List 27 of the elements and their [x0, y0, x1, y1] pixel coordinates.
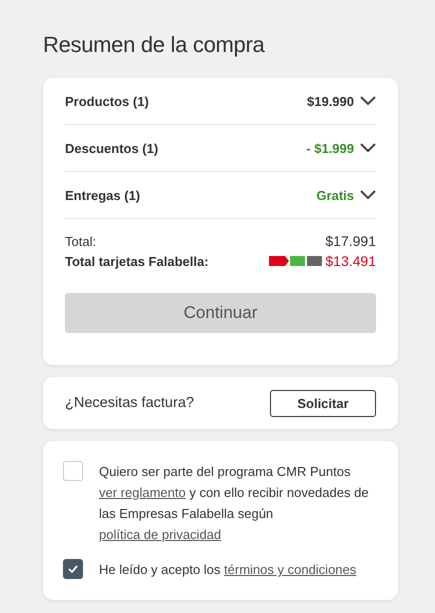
total-label: Total: [65, 234, 96, 248]
row-label: Productos (1) [65, 94, 149, 108]
page-title: Resumen de la compra [43, 32, 266, 58]
consent-text: He leído y acepto los términos y condiciones [99, 561, 356, 579]
chevron-down-icon [360, 143, 376, 153]
chevron-down-icon [360, 190, 376, 200]
checkmark-icon [68, 565, 78, 573]
consent-link[interactable]: términos y condiciones [224, 562, 356, 577]
card-total-label: Total tarjetas Falabella: [65, 254, 209, 268]
row-label: Entregas (1) [65, 188, 140, 202]
chevron-down-icon [360, 96, 376, 106]
row-amount: - $1.999 [306, 140, 354, 156]
request-button[interactable]: Solicitar [270, 390, 376, 416]
summary-row[interactable]: Descuentos (1) - $1.999 [65, 125, 376, 172]
row-amount: Gratis [316, 188, 354, 202]
summary-row[interactable]: Entregas (1) Gratis [65, 172, 376, 219]
total-amount: $17.991 [325, 233, 376, 249]
row-label: Descuentos (1) [65, 140, 158, 156]
invoice-question: ¿Necesitas factura? [65, 395, 194, 411]
card-logos-icon [269, 256, 322, 266]
consent-link[interactable]: política de privacidad [99, 527, 222, 542]
consent-text: Quiero ser parte del programa CMR Puntos ver reglamento y con ello recibir novedades de las Empresas Falabella según política de privacidad [99, 463, 370, 544]
row-amount: $19.990 [307, 94, 354, 108]
card-total-amount: $13.491 [325, 253, 376, 269]
checkbox[interactable] [63, 559, 83, 579]
consent-link[interactable]: ver reglamento [99, 485, 186, 500]
summary-row[interactable]: Productos (1) $19.990 [65, 78, 376, 125]
